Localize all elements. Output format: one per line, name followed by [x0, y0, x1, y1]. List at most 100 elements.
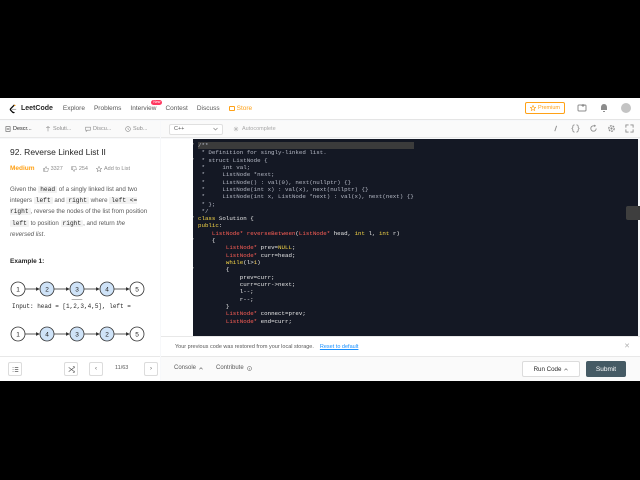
tab-description[interactable]: Descr...	[0, 126, 40, 132]
code-line[interactable]: 7 * ListNode(int x) : val(x), next(nullp…	[198, 186, 414, 193]
add-to-list-button[interactable]: Add to List	[96, 165, 130, 172]
diagram-row-original: 1 2 3 4 5	[10, 281, 145, 297]
fold-icon[interactable]: ▾	[193, 266, 194, 273]
close-icon[interactable]: ✕	[624, 342, 630, 350]
diagram-node-label: 4	[45, 331, 49, 338]
language-select[interactable]: C++	[169, 123, 223, 135]
reset-icon[interactable]	[589, 124, 598, 133]
description-icon	[5, 126, 11, 132]
thumbs-up-icon	[42, 165, 49, 172]
autocomplete-toggle[interactable]: Autocomplete	[233, 126, 276, 132]
code-line[interactable]: 15 ListNode* prev=NULL;	[198, 244, 414, 251]
logo[interactable]: LeetCode	[9, 104, 53, 114]
fold-icon[interactable]: ▾	[193, 237, 194, 244]
playground-icon[interactable]	[577, 103, 587, 113]
run-code-label: Run Code	[533, 365, 562, 373]
code-token: :	[218, 222, 223, 230]
autocomplete-icon	[233, 126, 239, 132]
nav-explore[interactable]: Explore	[63, 105, 85, 112]
tab-solution[interactable]: Soluti...	[40, 126, 80, 132]
nav-links: Explore Problems Interview New Contest D…	[63, 100, 252, 112]
tab-submissions-label: Sub...	[133, 126, 148, 132]
code-token: r--;	[198, 295, 254, 303]
code-line[interactable]: 25 ListNode* end=curr;	[198, 318, 414, 325]
dislike-button[interactable]: 254	[71, 166, 88, 172]
code-line[interactable]: 23 }	[198, 303, 414, 310]
inline-code: left	[33, 197, 53, 205]
code-line[interactable]: 21 l--;	[198, 288, 414, 295]
code-line[interactable]: 12public:	[198, 222, 414, 229]
code-line[interactable]: 5 * ListNode *next;	[198, 171, 414, 178]
problem-title: 92. Reverse Linked List II	[10, 147, 106, 157]
star-icon	[529, 105, 536, 111]
prev-problem-button[interactable]: ‹	[89, 362, 103, 376]
statement-text: , reverse the nodes of the list from pos…	[30, 208, 148, 216]
next-problem-button[interactable]: ›	[144, 362, 158, 376]
info-icon[interactable]	[553, 124, 562, 133]
code-line[interactable]: 19 prev=curr;	[198, 274, 414, 281]
code-token: {	[198, 266, 230, 274]
braces-icon[interactable]	[571, 124, 580, 133]
code-line[interactable]: 8 * ListNode(int x, ListNode *next) : va…	[198, 193, 413, 200]
code-line[interactable]: 20 curr=curr->next;	[198, 281, 414, 288]
problem-list-button[interactable]	[8, 362, 22, 376]
code-line[interactable]: 16 ListNode* curr=head;	[198, 252, 414, 259]
code-line[interactable]: 10 */	[198, 208, 414, 215]
code-token: connect=prev;	[257, 310, 306, 318]
code-line[interactable]: 11▾class Solution {	[193, 215, 414, 223]
console-toggle[interactable]: Console	[174, 365, 203, 371]
code-line[interactable]: 18▾ {	[193, 266, 414, 274]
notification-bell-icon[interactable]	[599, 103, 609, 113]
like-button[interactable]: 3327	[42, 165, 63, 172]
code-line[interactable]: 9 * };	[198, 201, 414, 208]
nav-interview[interactable]: Interview New	[130, 100, 163, 112]
fold-icon[interactable]: ▾	[193, 142, 194, 149]
inline-code: head	[38, 186, 58, 193]
nav-contest[interactable]: Contest	[165, 105, 187, 112]
leetcode-logo-icon	[9, 104, 17, 113]
code-content[interactable]: 1▾/**2 * Definition for singly-linked li…	[193, 142, 414, 325]
premium-button[interactable]: Premium	[524, 102, 565, 114]
code-line[interactable]: 6 * ListNode() : val(0), next(nullptr) {…	[198, 179, 414, 186]
code-line[interactable]: 3▾ * struct ListNode {	[193, 157, 414, 164]
avatar[interactable]	[621, 103, 631, 113]
nav-store[interactable]: Store	[228, 105, 252, 112]
code-line[interactable]: 22 r--;	[198, 296, 414, 303]
editor-tools	[553, 124, 634, 133]
code-token: public	[198, 222, 219, 230]
restore-notice: Your previous code was restored from you…	[161, 336, 640, 356]
code-line[interactable]: 2 * Definition for singly-linked list.	[198, 149, 414, 156]
pick-random-button[interactable]	[64, 362, 78, 376]
premium-label: Premium	[537, 105, 560, 111]
reset-to-default-link[interactable]: Reset to default	[320, 344, 359, 350]
contribute-button[interactable]: Contribute	[216, 365, 252, 371]
code-line[interactable]: 24 ListNode* connect=prev;	[198, 310, 414, 317]
code-line[interactable]: 4 * int val;	[198, 164, 414, 171]
code-editor[interactable]: 1▾/**2 * Definition for singly-linked li…	[193, 139, 638, 336]
chevron-up-icon	[564, 367, 569, 371]
nav-problems[interactable]: Problems	[94, 105, 121, 112]
code-token: Solution {	[215, 215, 254, 223]
code-line[interactable]: 14▾ {	[193, 237, 414, 244]
chevron-down-icon	[213, 127, 218, 131]
submit-button[interactable]: Submit	[586, 361, 626, 377]
code-token: */	[198, 207, 209, 215]
example-input: Input: head = [1,2,3,4,5], left =	[0, 300, 160, 315]
fold-icon[interactable]: ▾	[193, 157, 194, 164]
code-line[interactable]: 17 while(l>1)	[198, 259, 414, 266]
code-line[interactable]: 13 ListNode* reverseBetween(ListNode* he…	[198, 230, 414, 237]
fullscreen-icon[interactable]	[625, 124, 634, 133]
side-panel-handle[interactable]	[626, 206, 640, 220]
settings-icon[interactable]	[607, 124, 616, 133]
statement-text: Given the	[10, 186, 39, 193]
tab-discuss[interactable]: Discu...	[80, 126, 120, 132]
code-line[interactable]: 1▾/**	[193, 142, 414, 150]
nav-discuss[interactable]: Discuss	[197, 105, 220, 112]
code-token: (l>	[243, 259, 254, 266]
run-code-button[interactable]: Run Code	[522, 361, 580, 377]
tab-submissions[interactable]: Sub...	[120, 126, 160, 132]
fold-icon[interactable]: ▾	[193, 215, 194, 222]
